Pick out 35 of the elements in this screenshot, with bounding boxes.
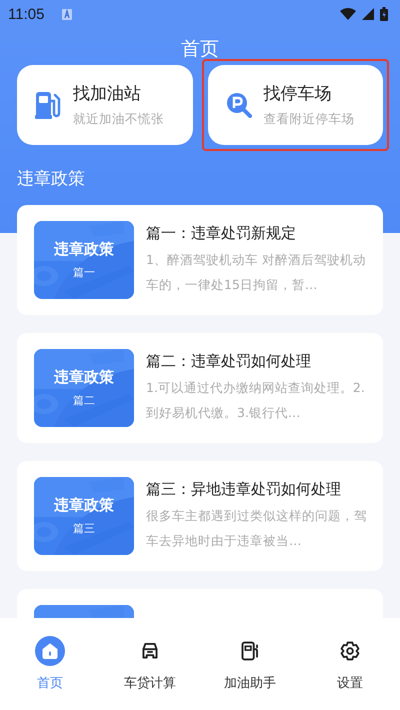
page-title: 首页	[180, 37, 220, 62]
article-card[interactable]: 违章政策 篇一 篇一：违章处罚新规定 1、醉酒驾驶机动车 对醉酒后驾驶机动车的，一律处15日拘留，暂…	[17, 205, 383, 315]
section-title: 违章政策	[16, 168, 86, 191]
tab-item[interactable]: 车贷计算	[110, 636, 190, 692]
thumbnail-subtitle: 篇一	[73, 265, 95, 280]
quick-action-title: 找停车场	[264, 83, 332, 105]
thumbnail-title: 违章政策	[54, 240, 114, 259]
parking-search-icon	[226, 92, 252, 118]
quick-action-card[interactable]: 找停车场 查看附近停车场	[208, 65, 383, 145]
tab-item[interactable]: 加油助手	[210, 636, 290, 692]
battery-icon	[380, 7, 388, 21]
quick-action-subtitle: 查看附近停车场	[264, 111, 354, 128]
article-title: 篇二：违章处罚如何处理	[146, 352, 312, 370]
wifi-icon	[340, 8, 356, 20]
thumbnail-subtitle: 篇二	[73, 393, 95, 408]
signal-icon	[362, 8, 374, 20]
article-summary: 1.可以通过代办缴纳网站查询处理。2.到好易机代缴。3.银行代…	[146, 378, 366, 422]
notification-icon	[62, 8, 72, 20]
article-summary: 1、醉酒驾驶机动车 对醉酒后驾驶机动车的，一律处15日拘留，暂…	[146, 250, 367, 294]
tab-item[interactable]: 首页	[10, 636, 90, 692]
quick-action-card[interactable]: 找加油站 就近加油不慌张	[17, 65, 192, 145]
thumbnail-title: 违章政策	[54, 496, 114, 515]
thumbnail-title: 违章政策	[54, 368, 114, 387]
article-title: 篇三：异地违章处罚如何处理	[146, 480, 342, 498]
fuel-pump-icon	[35, 91, 61, 119]
article-card[interactable]: 违章政策 篇三 篇三：异地违章处罚如何处理 很多车主都遇到过类似这样的问题，驾车去异地时由于违章被当…	[17, 461, 383, 571]
article-summary: 很多车主都遇到过类似这样的问题，驾车去异地时由于违章被当…	[146, 506, 368, 550]
tab-item[interactable]: 设置	[310, 636, 390, 692]
home-icon	[34, 636, 66, 666]
thumbnail-subtitle: 篇三	[73, 521, 95, 536]
article-title: 篇一：违章处罚新规定	[146, 224, 297, 242]
quick-action-subtitle: 就近加油不慌张	[73, 111, 164, 128]
status-time: 11:05	[8, 6, 44, 22]
article-card[interactable]: 违章政策 篇二 篇二：违章处罚如何处理 1.可以通过代办缴纳网站查询处理。2.到好易机代缴。3.银行代…	[17, 333, 383, 443]
quick-action-title: 找加油站	[73, 83, 142, 105]
